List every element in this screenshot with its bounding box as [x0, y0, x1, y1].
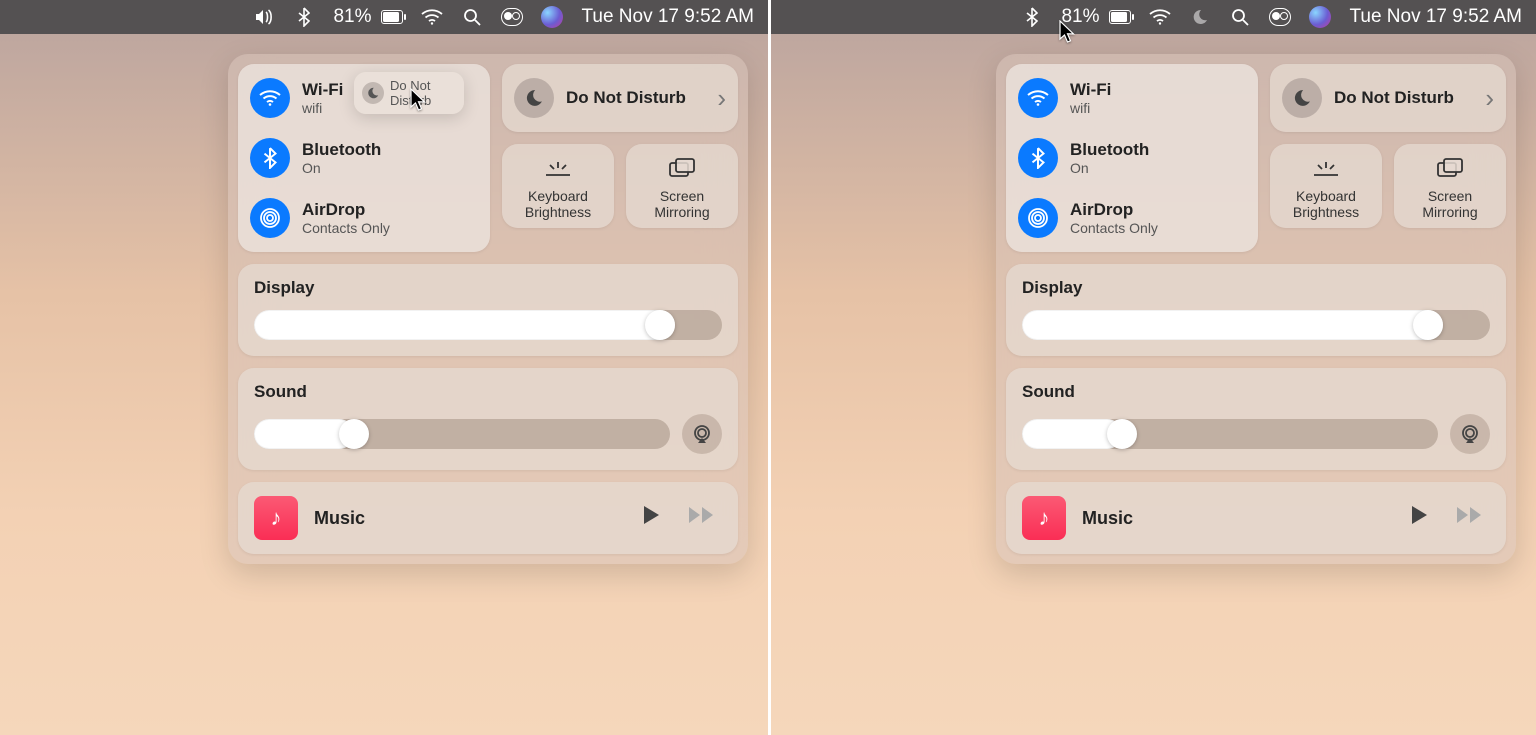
fast-forward-button[interactable] — [682, 501, 722, 535]
menu-bar: 81% Tue Nov 17 9:52 AM — [0, 0, 768, 34]
battery-percent: 81% — [333, 6, 371, 28]
display-brightness-slider[interactable]: ☀ — [1022, 310, 1490, 340]
wifi-icon — [1018, 78, 1058, 118]
screen-mirroring-label: Screen Mirroring — [632, 188, 732, 220]
battery-icon[interactable] — [381, 6, 403, 28]
chevron-right-icon[interactable]: › — [717, 83, 726, 114]
wifi-status: wifi — [302, 100, 343, 116]
wifi-status: wifi — [1070, 100, 1111, 116]
airdrop-toggle[interactable]: AirDrop Contacts Only — [1016, 192, 1248, 244]
wifi-icon[interactable] — [421, 6, 443, 28]
battery-percent: 81% — [1061, 6, 1099, 28]
screenshot-right: 81% Tue Nov 17 9:52 AM Wi-Fi — [768, 0, 1536, 735]
wifi-icon — [250, 78, 290, 118]
menu-bar-clock[interactable]: Tue Nov 17 9:52 AM — [581, 6, 754, 28]
music-title: Music — [1082, 508, 1388, 529]
airdrop-toggle[interactable]: AirDrop Contacts Only — [248, 192, 480, 244]
moon-icon — [362, 82, 384, 104]
screenshot-left: 81% Tue Nov 17 9:52 AM Do Not Disturb — [0, 0, 768, 735]
chevron-right-icon[interactable]: › — [1485, 83, 1494, 114]
wifi-toggle[interactable]: Wi-Fi wifi — [1016, 72, 1248, 124]
bluetooth-icon — [1018, 138, 1058, 178]
menu-bar-clock[interactable]: Tue Nov 17 9:52 AM — [1349, 6, 1522, 28]
display-label: Display — [1022, 278, 1490, 298]
sound-label: Sound — [254, 382, 722, 402]
screen-mirroring-icon — [668, 154, 696, 182]
sound-volume-slider[interactable] — [1022, 419, 1438, 449]
bluetooth-icon — [250, 138, 290, 178]
wifi-title: Wi-Fi — [302, 80, 343, 100]
play-button[interactable] — [636, 501, 666, 535]
connectivity-card: Wi-Fi wifi Bluetooth On — [1006, 64, 1258, 252]
wifi-icon[interactable] — [1149, 6, 1171, 28]
display-brightness-slider[interactable]: ☀ — [254, 310, 722, 340]
search-icon[interactable] — [1229, 6, 1251, 28]
display-section: Display ☀ — [238, 264, 738, 356]
moon-icon — [514, 78, 554, 118]
keyboard-brightness-button[interactable]: Keyboard Brightness — [502, 144, 614, 228]
airdrop-icon — [1018, 198, 1058, 238]
keyboard-brightness-label: Keyboard Brightness — [508, 188, 608, 220]
airdrop-title: AirDrop — [1070, 200, 1158, 220]
music-title: Music — [314, 508, 620, 529]
sound-section: Sound — [1006, 368, 1506, 470]
moon-icon — [1282, 78, 1322, 118]
keyboard-brightness-button[interactable]: Keyboard Brightness — [1270, 144, 1382, 228]
display-section: Display ☀ — [1006, 264, 1506, 356]
sound-label: Sound — [1022, 382, 1490, 402]
keyboard-brightness-label: Keyboard Brightness — [1276, 188, 1376, 220]
keyboard-brightness-icon — [543, 154, 573, 182]
airdrop-status: Contacts Only — [1070, 220, 1158, 236]
screen-mirroring-button[interactable]: Screen Mirroring — [626, 144, 738, 228]
control-center-panel: Wi-Fi wifi Bluetooth On — [228, 54, 748, 564]
dnd-label: Do Not Disturb — [566, 88, 705, 108]
play-button[interactable] — [1404, 501, 1434, 535]
control-center-panel: Wi-Fi wifi Bluetooth On — [996, 54, 1516, 564]
search-icon[interactable] — [461, 6, 483, 28]
screen-mirroring-button[interactable]: Screen Mirroring — [1394, 144, 1506, 228]
bluetooth-toggle[interactable]: Bluetooth On — [1016, 132, 1248, 184]
bluetooth-icon[interactable] — [1021, 6, 1043, 28]
bluetooth-icon[interactable] — [293, 6, 315, 28]
wifi-title: Wi-Fi — [1070, 80, 1111, 100]
airdrop-icon — [250, 198, 290, 238]
bluetooth-status: On — [302, 160, 381, 176]
bluetooth-toggle[interactable]: Bluetooth On — [248, 132, 480, 184]
keyboard-brightness-icon — [1311, 154, 1341, 182]
screen-mirroring-icon — [1436, 154, 1464, 182]
siri-icon[interactable] — [541, 6, 563, 28]
dnd-moon-icon[interactable] — [1189, 6, 1211, 28]
airdrop-title: AirDrop — [302, 200, 390, 220]
dnd-drag-ghost-label: Do Not Disturb — [390, 78, 456, 108]
menu-bar: 81% Tue Nov 17 9:52 AM — [771, 0, 1536, 34]
battery-icon[interactable] — [1109, 6, 1131, 28]
dnd-label: Do Not Disturb — [1334, 88, 1473, 108]
volume-icon[interactable] — [253, 6, 275, 28]
display-label: Display — [254, 278, 722, 298]
fast-forward-button[interactable] — [1450, 501, 1490, 535]
siri-icon[interactable] — [1309, 6, 1331, 28]
airdrop-status: Contacts Only — [302, 220, 390, 236]
screen-mirroring-label: Screen Mirroring — [1400, 188, 1500, 220]
now-playing-card[interactable]: ♪ Music — [1006, 482, 1506, 554]
music-app-icon: ♪ — [254, 496, 298, 540]
sound-section: Sound — [238, 368, 738, 470]
airplay-audio-button[interactable] — [682, 414, 722, 454]
control-center-icon[interactable] — [1269, 6, 1291, 28]
music-app-icon: ♪ — [1022, 496, 1066, 540]
now-playing-card[interactable]: ♪ Music — [238, 482, 738, 554]
dnd-toggle[interactable]: Do Not Disturb › — [502, 64, 738, 132]
bluetooth-title: Bluetooth — [1070, 140, 1149, 160]
sound-volume-slider[interactable] — [254, 419, 670, 449]
bluetooth-title: Bluetooth — [302, 140, 381, 160]
control-center-icon[interactable] — [501, 6, 523, 28]
dnd-toggle[interactable]: Do Not Disturb › — [1270, 64, 1506, 132]
dnd-drag-ghost: Do Not Disturb — [354, 72, 464, 114]
bluetooth-status: On — [1070, 160, 1149, 176]
airplay-audio-button[interactable] — [1450, 414, 1490, 454]
